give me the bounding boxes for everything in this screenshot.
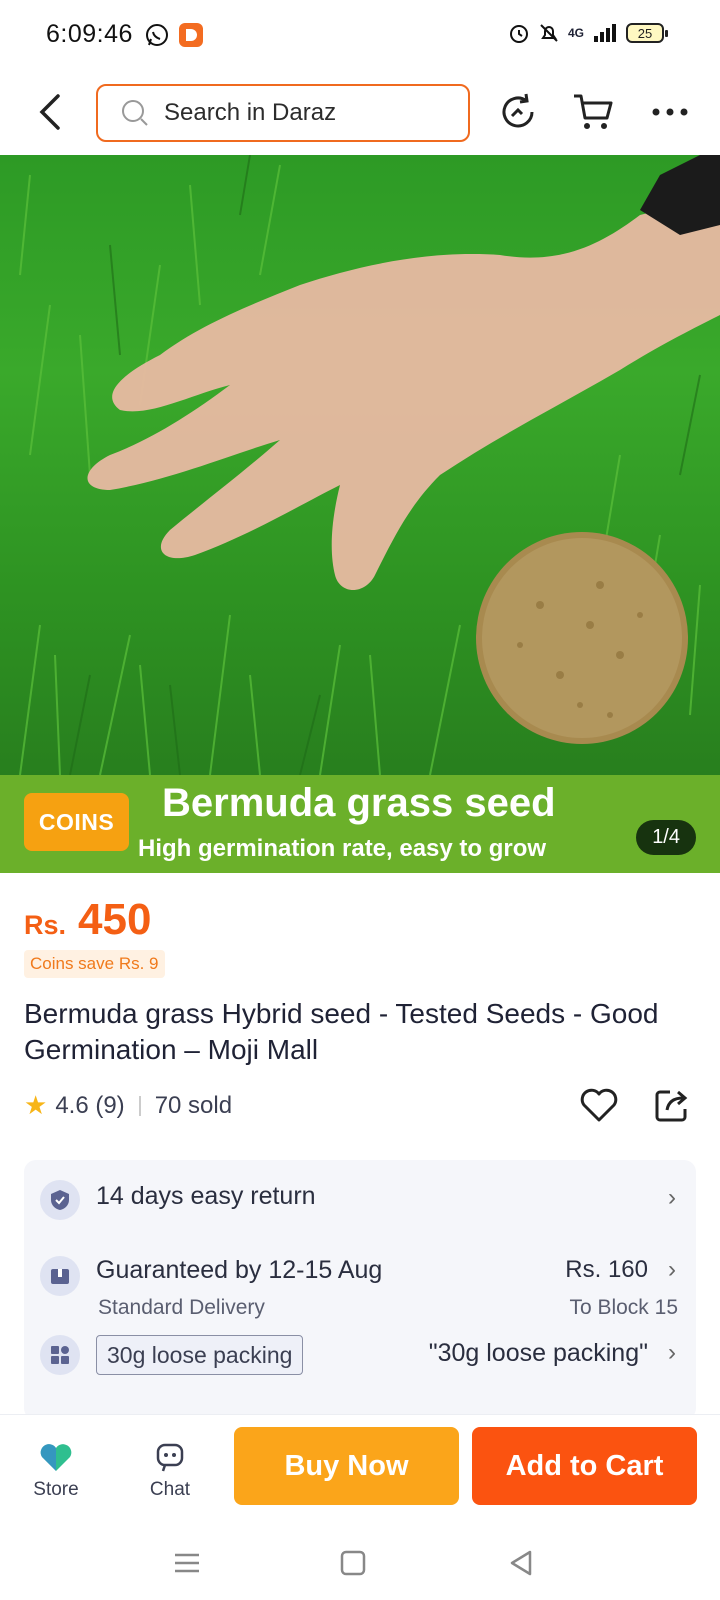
network-type: 4G <box>567 26 584 40</box>
price-currency: Rs. <box>24 910 67 940</box>
chat-label: Chat <box>149 1479 191 1500</box>
daraz-app-icon <box>179 23 203 47</box>
heart-icon[interactable] <box>578 1084 620 1126</box>
buy-now-button[interactable]: Buy Now <box>234 1427 459 1505</box>
rating-value: 4.6 (9) <box>55 1091 125 1119</box>
alarm-icon <box>509 25 528 43</box>
coins-badge: COINS <box>24 793 129 851</box>
chevron-right-icon: › <box>668 1256 676 1283</box>
coins-save-badge: Coins save Rs. 9 <box>24 950 165 978</box>
delivery-type: Standard Delivery <box>98 1296 265 1319</box>
search-icon <box>122 100 148 126</box>
delivery-box-icon <box>40 1256 80 1296</box>
variant-grid-icon <box>40 1335 80 1375</box>
product-image[interactable] <box>0 155 720 775</box>
service-info-box: 14 days easy return › Guaranteed by 12-1… <box>24 1160 696 1420</box>
menu-icon[interactable] <box>172 1548 202 1578</box>
status-icons: 4G 25 <box>508 22 668 44</box>
refresh-icon[interactable] <box>496 90 540 134</box>
return-label: 14 days easy return <box>96 1182 316 1210</box>
bottom-action-bar: Store Chat Buy Now Add to Cart <box>0 1414 720 1524</box>
price: Rs. 450 <box>24 895 151 945</box>
system-navigation-bar <box>0 1524 720 1600</box>
return-policy-row[interactable]: 14 days easy return › <box>24 1160 696 1240</box>
divider <box>138 1095 141 1116</box>
star-icon: ★ <box>24 1090 48 1120</box>
status-time: 6:09:46 <box>46 20 133 48</box>
product-title: Bermuda grass Hybrid seed - Tested Seeds… <box>24 998 659 1065</box>
price-value: 450 <box>78 895 152 944</box>
add-to-cart-button[interactable]: Add to Cart <box>472 1427 697 1505</box>
more-options-icon[interactable] <box>650 90 694 134</box>
signal-icon <box>594 24 616 42</box>
store-label: Store <box>33 1479 79 1500</box>
rating-row[interactable]: ★ 4.6 (9) 70 sold <box>24 1090 232 1121</box>
store-icon <box>40 1444 72 1471</box>
variant-chip[interactable]: 30g loose packing <box>96 1335 304 1375</box>
status-bar: 6:09:46 4G 25 <box>0 0 720 70</box>
back-triangle-icon[interactable] <box>506 1548 536 1578</box>
share-icon[interactable] <box>652 1084 694 1126</box>
cart-icon[interactable] <box>572 90 616 134</box>
bell-muted-icon <box>540 24 558 42</box>
selected-variant: "30g loose packing" <box>428 1339 648 1367</box>
back-arrow-icon[interactable] <box>30 88 70 136</box>
chevron-right-icon: › <box>668 1339 676 1366</box>
search-input[interactable]: Search in Daraz <box>96 84 470 142</box>
home-square-icon[interactable] <box>338 1548 368 1578</box>
chat-button[interactable]: Chat <box>130 1441 210 1501</box>
delivery-row[interactable]: Guaranteed by 12-15 Aug Standard Deliver… <box>24 1240 696 1320</box>
top-nav: Search in Daraz <box>0 70 720 154</box>
store-button[interactable]: Store <box>16 1441 96 1501</box>
shield-check-icon <box>40 1180 80 1220</box>
search-placeholder: Search in Daraz <box>164 99 337 126</box>
sold-count: 70 sold <box>154 1091 233 1119</box>
banner-subtitle: High germination rate, easy to grow <box>138 835 547 862</box>
chevron-right-icon: › <box>668 1184 676 1211</box>
delivery-destination: To Block 15 <box>569 1296 678 1319</box>
banner-title: Bermuda grass seed <box>162 781 556 825</box>
delivery-label: Guaranteed by 12-15 Aug <box>96 1256 383 1284</box>
grass-hand-image <box>19 155 720 775</box>
battery-icon: 25 <box>626 23 668 43</box>
product-banner: COINS Bermuda grass seed High germinatio… <box>0 775 720 873</box>
image-page-indicator: 1/4 <box>636 820 696 855</box>
delivery-price: Rs. 160 <box>565 1256 648 1283</box>
chat-robot-icon <box>156 1443 184 1472</box>
whatsapp-icon <box>146 24 168 46</box>
variant-row[interactable]: 30g loose packing "30g loose packing" › <box>24 1335 696 1395</box>
